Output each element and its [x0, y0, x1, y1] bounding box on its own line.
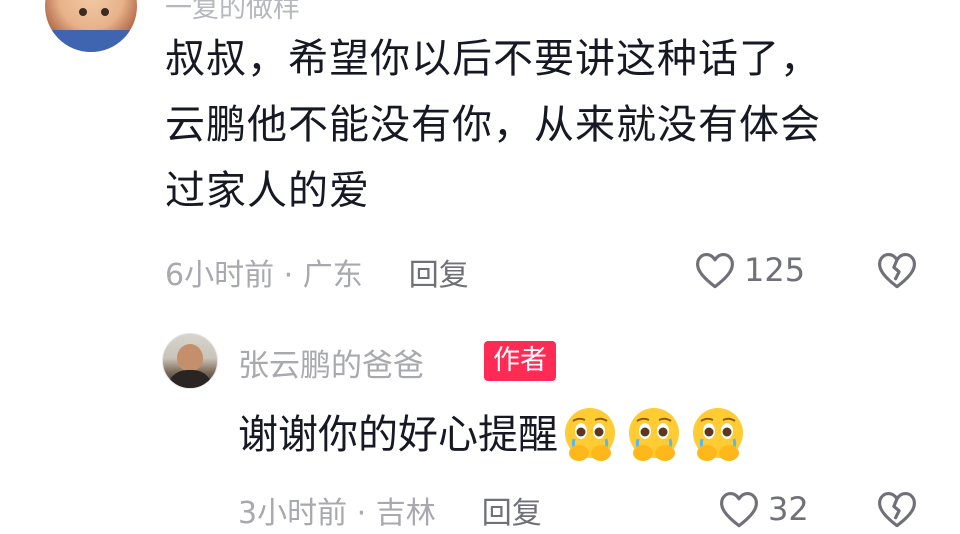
- dislike-button[interactable]: [876, 489, 918, 533]
- comment-text: 叔叔，希望你以后不要讲这种话了， 云鹏他不能没有你，从来就没有体会 过家人的爱: [165, 26, 925, 224]
- author-username[interactable]: 张云鹏的爸爸: [238, 340, 424, 385]
- commenter-avatar[interactable]: [45, 0, 137, 52]
- author-badge: 作者: [484, 341, 556, 381]
- dislike-button[interactable]: [876, 250, 918, 294]
- broken-heart-icon: [878, 253, 916, 289]
- like-button[interactable]: 125: [694, 250, 805, 290]
- comment-meta-row: 6小时前 · 广东 回复: [165, 250, 469, 294]
- emoji-row: [560, 405, 752, 465]
- pleading-face-emoji-icon: [693, 408, 743, 461]
- heart-icon: [720, 492, 758, 528]
- avatar-head: [177, 344, 203, 372]
- commenter-username[interactable]: 一复的做样: [165, 0, 300, 25]
- comment-time-location: 6小时前 · 广东: [165, 258, 363, 293]
- reply-meta-row: 3小时前 · 吉林 回复: [238, 488, 542, 532]
- pleading-face-emoji-icon: [565, 408, 615, 461]
- like-button[interactable]: 32: [718, 489, 809, 529]
- reply-button[interactable]: 回复: [409, 250, 469, 294]
- avatar-eye: [101, 8, 109, 16]
- reply-button[interactable]: 回复: [482, 488, 542, 532]
- heart-icon: [696, 253, 734, 289]
- comment-line: 过家人的爱: [165, 168, 370, 214]
- author-avatar[interactable]: [162, 333, 218, 389]
- pleading-face-emoji-icon: [629, 408, 679, 461]
- reply-text: 谢谢你的好心提醒: [238, 402, 752, 468]
- comment-line: 叔叔，希望你以后不要讲这种话了，: [165, 36, 821, 82]
- broken-heart-icon: [878, 492, 916, 528]
- avatar-eye: [79, 8, 87, 16]
- reply-text-content: 谢谢你的好心提醒: [238, 412, 558, 458]
- like-count: 32: [768, 490, 809, 528]
- reply-time-location: 3小时前 · 吉林: [238, 496, 436, 531]
- avatar-shirt: [45, 30, 137, 52]
- avatar-body: [167, 370, 213, 388]
- comment-line: 云鹏他不能没有你，从来就没有体会: [165, 102, 821, 148]
- like-count: 125: [744, 251, 806, 289]
